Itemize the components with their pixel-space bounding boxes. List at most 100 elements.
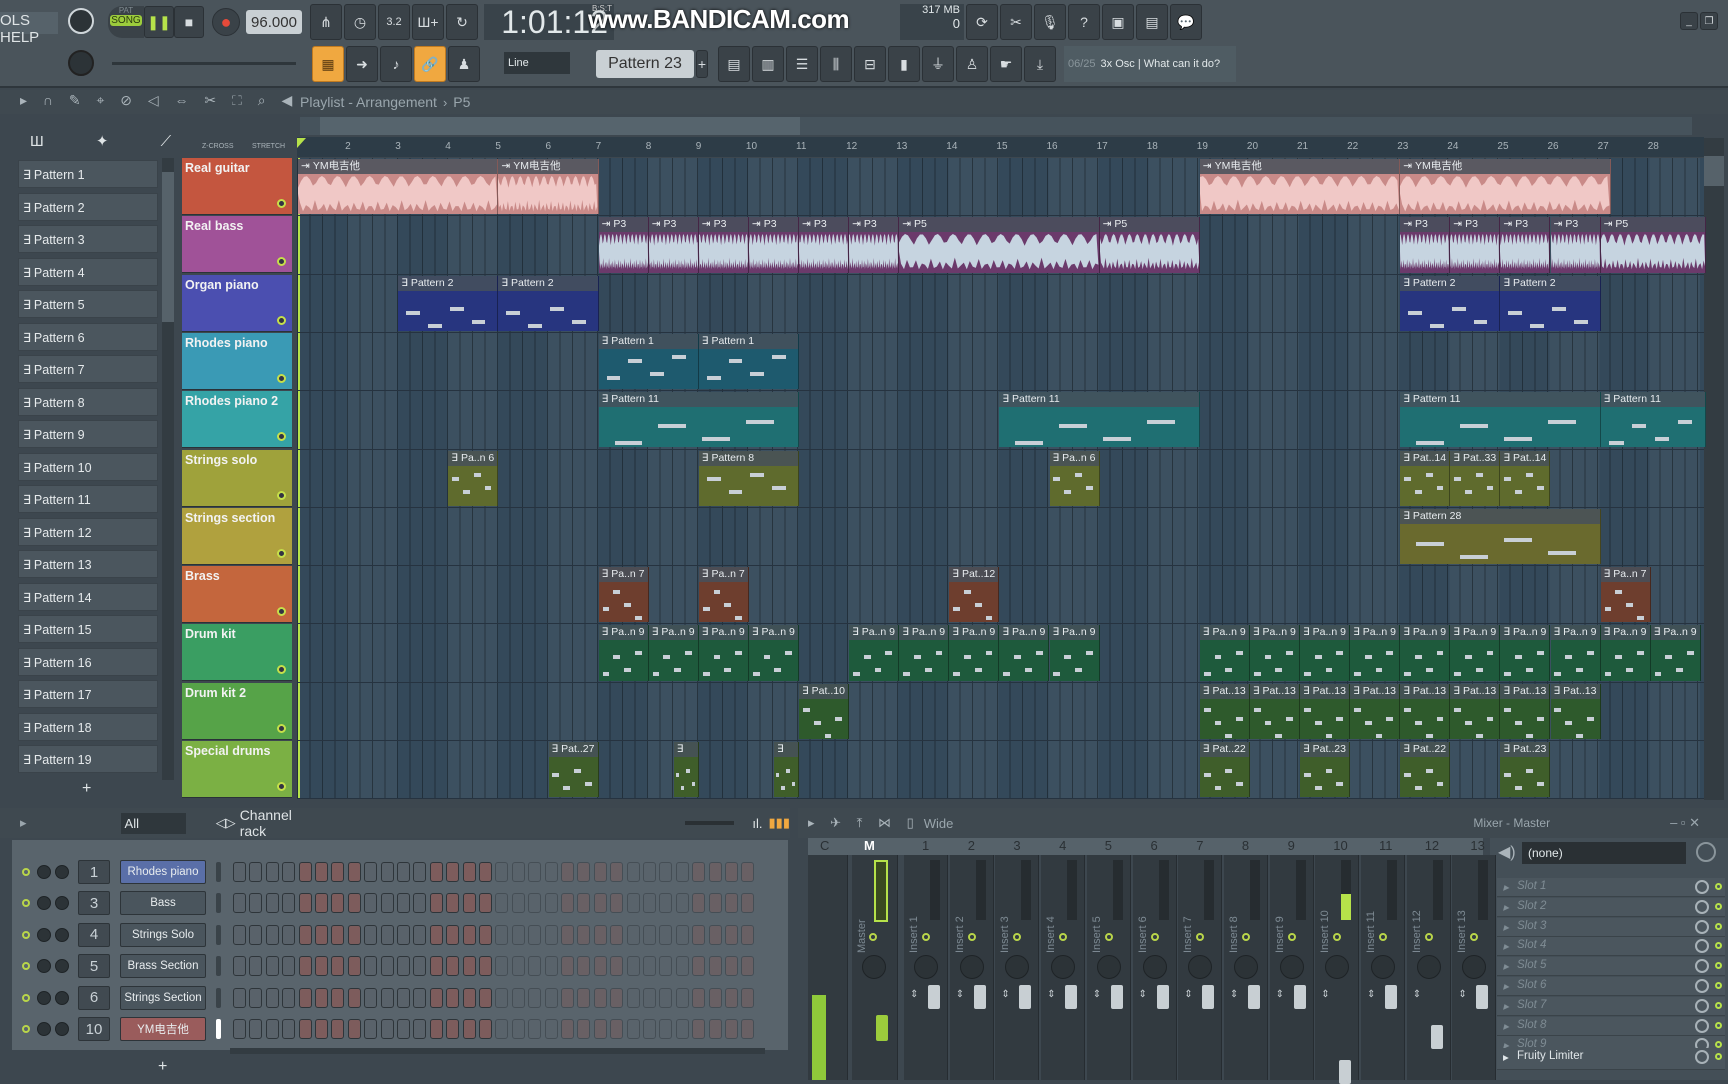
step-button[interactable] <box>593 924 607 945</box>
step-button[interactable] <box>265 924 279 945</box>
tempo-tap-icon[interactable]: ☛ <box>990 46 1022 82</box>
step-button[interactable] <box>577 862 591 882</box>
latency-clock-icon[interactable] <box>1696 842 1716 862</box>
playlist-clip[interactable]: ∃ Pa..n 9 <box>1400 625 1451 681</box>
step-button[interactable] <box>315 893 328 914</box>
route-arrows-icon[interactable]: ⇕ <box>910 989 918 1000</box>
track-enable-led[interactable] <box>277 665 286 675</box>
fx-slot[interactable]: ▸ Slot 5 <box>1497 957 1725 977</box>
save-new-version-icon[interactable]: ▤ <box>1136 4 1168 40</box>
add-pattern-button[interactable]: + <box>696 50 708 78</box>
step-button[interactable] <box>643 862 656 882</box>
mixer-master-strip[interactable]: Master <box>852 855 898 1080</box>
route-arrows-icon[interactable]: ⇕ <box>1413 989 1421 1000</box>
playlist-clip[interactable]: ⇥ P3 <box>1450 217 1501 273</box>
playlist-clip[interactable]: ∃ Pa..n 9 <box>1450 625 1501 681</box>
stop-button[interactable]: ■ <box>174 6 204 38</box>
slot-enable-led[interactable] <box>1715 942 1722 950</box>
channel-rack-hscroll[interactable] <box>230 1048 765 1054</box>
playlist-clip[interactable]: ∃ Pa..n 9 <box>999 625 1050 681</box>
pattern-list-item[interactable]: ∃ Pattern 5 <box>18 290 158 318</box>
slot-expand-icon[interactable]: ▸ <box>1503 939 1509 953</box>
slot-enable-led[interactable] <box>1715 1021 1722 1029</box>
channel-select-indicator[interactable] <box>216 1019 221 1039</box>
playlist-clip[interactable]: ⇥ YM电吉他 <box>298 159 499 215</box>
step-button[interactable] <box>233 1019 246 1039</box>
mixer-insert-strip[interactable]: Insert 6 ⇕ <box>1132 855 1177 1080</box>
step-button[interactable] <box>593 1019 607 1039</box>
step-button[interactable] <box>495 893 509 914</box>
playlist-clip[interactable]: ∃ Pattern 8 <box>698 450 799 506</box>
track-enable-led[interactable] <box>277 257 286 267</box>
slot-expand-icon[interactable]: ▸ <box>1503 900 1509 914</box>
playlist-clip[interactable]: ∃ Pat..13 <box>1450 683 1501 739</box>
fx-slot[interactable]: ▸ Slot 3 <box>1497 917 1725 937</box>
channel-name-button[interactable]: Brass Section <box>120 954 206 979</box>
step-button[interactable] <box>462 956 476 977</box>
playlist-clip[interactable]: ∃ Pat..27 <box>548 742 599 798</box>
channel-name-button[interactable]: Bass <box>120 891 206 916</box>
channel-rack-header[interactable]: ▸ All ◁▷ Channel rack ıl. ▮▮▮ <box>0 807 790 839</box>
step-button[interactable] <box>528 956 542 977</box>
step-button[interactable] <box>741 987 755 1008</box>
route-arrows-icon[interactable]: ⇕ <box>1093 989 1101 1000</box>
playlist-clip[interactable]: ∃ Pattern 11 <box>1400 392 1601 448</box>
stretch-label[interactable]: STRETCH <box>252 143 285 150</box>
playlist-clip[interactable]: ⇥ P3 <box>1500 217 1551 273</box>
step-button[interactable] <box>462 924 476 945</box>
track-enable-led[interactable] <box>277 199 286 208</box>
step-button[interactable] <box>692 893 706 914</box>
step-button[interactable] <box>347 1019 361 1039</box>
add-track-button[interactable]: + <box>82 780 91 798</box>
step-button[interactable] <box>479 1019 492 1039</box>
mixer-insert-strip[interactable]: Insert 1 ⇕ <box>904 855 948 1080</box>
step-button[interactable] <box>544 924 558 945</box>
step-button[interactable] <box>380 1019 394 1039</box>
step-button[interactable] <box>708 893 722 914</box>
step-button[interactable] <box>397 987 410 1008</box>
minimize-window-button[interactable]: _ <box>1680 12 1698 30</box>
pattern-list-item[interactable]: ∃ Pattern 3 <box>18 225 158 253</box>
slide-icon[interactable]: ♪ <box>380 46 412 82</box>
playlist-clip[interactable]: ∃ Pa..n 9 <box>648 625 699 681</box>
step-button[interactable] <box>233 987 246 1008</box>
step-button[interactable] <box>741 893 755 914</box>
insert-pan-knob[interactable] <box>1188 955 1213 979</box>
insert-enable-led[interactable] <box>1333 933 1342 941</box>
channel-name-button[interactable]: YM电吉他 <box>120 1017 206 1041</box>
slot-mix-knob[interactable] <box>1695 919 1709 934</box>
step-button[interactable] <box>364 1019 378 1039</box>
wait-for-input-icon[interactable]: ◷ <box>344 4 376 40</box>
step-button[interactable] <box>692 987 706 1008</box>
master-pan-knob[interactable] <box>862 955 886 979</box>
save-icon[interactable]: ▣ <box>1102 4 1134 40</box>
slot-mix-knob[interactable] <box>1695 899 1709 914</box>
step-button[interactable] <box>675 924 689 945</box>
step-button[interactable] <box>380 924 394 945</box>
step-button[interactable] <box>462 893 476 914</box>
step-button[interactable] <box>315 862 328 882</box>
step-button[interactable] <box>298 862 312 882</box>
mixer-header[interactable]: ▸ ✈ ⤒ ⋈ ▯ Wide Mixer - Master ‒ ▫ ✕ <box>798 808 1728 838</box>
playlist-clip[interactable]: ⇥ P3 <box>849 217 900 273</box>
step-button[interactable] <box>249 893 263 914</box>
step-button[interactable] <box>725 987 738 1008</box>
insert-enable-led[interactable] <box>1241 933 1250 941</box>
step-button[interactable] <box>495 987 509 1008</box>
step-button[interactable] <box>233 893 246 914</box>
step-button[interactable] <box>528 924 542 945</box>
countdown-icon[interactable]: 3.2 <box>378 4 410 40</box>
step-button[interactable] <box>659 1019 673 1039</box>
insert-enable-led[interactable] <box>1470 933 1479 941</box>
step-button[interactable] <box>544 956 558 977</box>
step-button[interactable] <box>233 956 246 977</box>
step-button[interactable] <box>249 862 263 882</box>
mixer-icon[interactable]: ⫼ <box>820 46 852 82</box>
step-button[interactable] <box>708 924 722 945</box>
step-button[interactable] <box>659 956 673 977</box>
step-button[interactable] <box>659 862 673 882</box>
slot-mix-knob[interactable] <box>1695 939 1709 954</box>
channel-select-indicator[interactable] <box>216 987 221 1008</box>
step-button[interactable] <box>643 956 656 977</box>
pattern-list-item[interactable]: ∃ Pattern 10 <box>18 452 158 481</box>
